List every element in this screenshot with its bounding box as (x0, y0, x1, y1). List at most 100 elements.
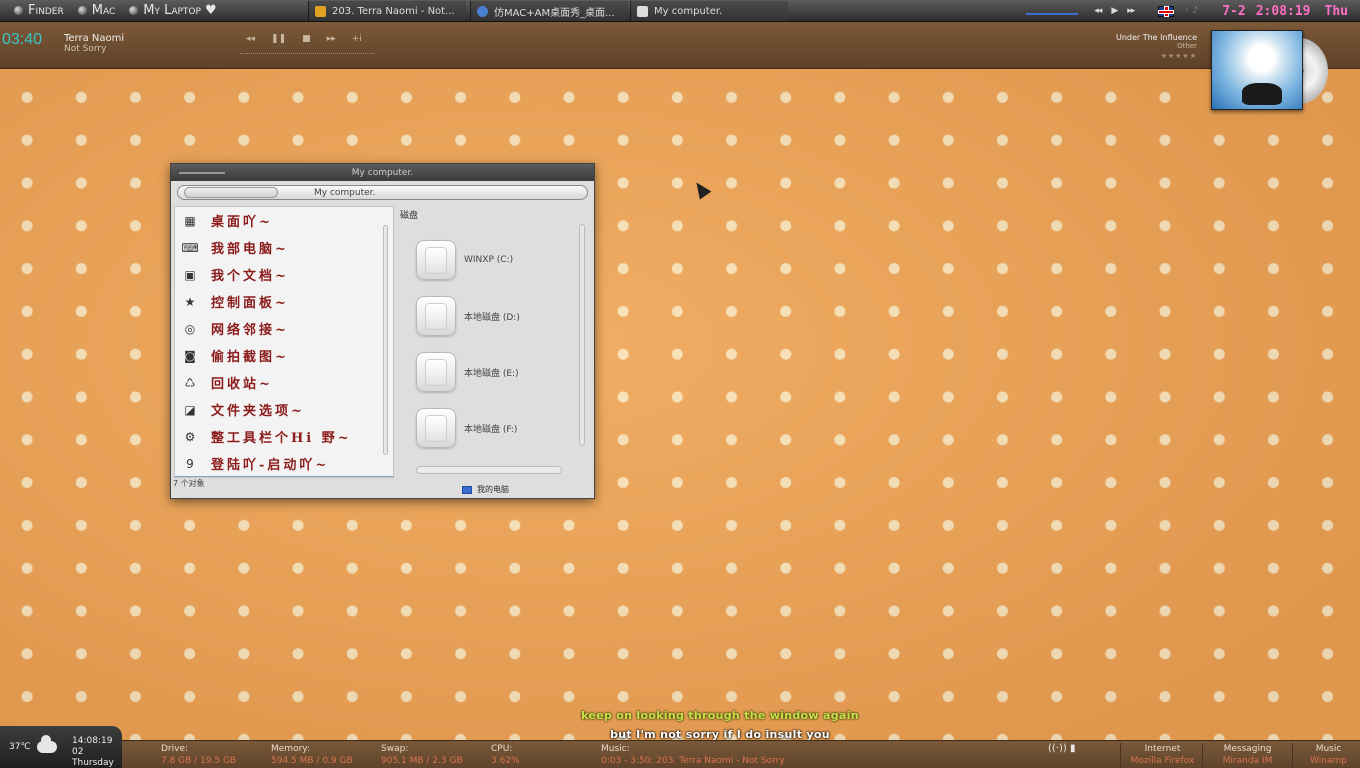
rating-stars[interactable]: ★★★★★ (1161, 52, 1197, 60)
drive-d[interactable]: 本地磁盘 (D:) (416, 296, 520, 336)
temperature: 37℃ (9, 742, 31, 752)
partly-cloudy-icon (36, 735, 57, 753)
desktop-icon: ▦ (184, 213, 196, 228)
nav-item-network[interactable]: ◎ 网络邻接~ (175, 315, 393, 342)
wifi-icon[interactable]: ((·)) ▮ (1048, 743, 1075, 754)
window-titlebar[interactable]: My computer. (171, 164, 594, 181)
album-title: Under The Influence (1115, 33, 1197, 42)
album-genre: Other (1177, 42, 1197, 50)
nav-item-control-panel[interactable]: ★ 控制面板~ (175, 288, 393, 315)
hard-drive-icon (416, 408, 456, 448)
drive-e[interactable]: 本地磁盘 (E:) (416, 352, 519, 392)
nav-item-folder-options[interactable]: ◪ 文件夹选项~ (175, 396, 393, 423)
top-taskbar: Finder Mac My Laptop ♥ 203. Terra Naomi … (0, 0, 1360, 22)
nav-scrollbar[interactable] (383, 225, 388, 455)
nav-item-desktop[interactable]: ▦ 桌面吖~ (175, 207, 393, 234)
mouse-cursor (690, 178, 712, 200)
drive-f[interactable]: 本地磁盘 (F:) (416, 408, 517, 448)
camera-icon: ◙ (184, 348, 196, 363)
nav-item-documents[interactable]: ▣ 我个文档~ (175, 261, 393, 288)
object-count: 7 个对象 (173, 479, 205, 488)
app-messaging[interactable]: Messaging Miranda IM (1202, 743, 1286, 767)
weather-widget[interactable]: 37℃ 14:08:19 02 Thursday (0, 726, 122, 768)
hard-drive-icon (416, 296, 456, 336)
laptop-icon (129, 6, 139, 15)
player-controls: ◂◂ ❚❚ ■ ▸▸ +i (246, 34, 362, 44)
tray-icon[interactable]: ◦ ♪ (1184, 6, 1198, 16)
music-widget: 03:40 Terra Naomi Not Sorry ◂◂ ❚❚ ■ ▸▸ +… (0, 22, 1360, 69)
toolbar-icon: ⚙ (184, 429, 196, 444)
star-icon: ★ (184, 294, 196, 309)
browser-icon (477, 5, 488, 17)
menu-mac[interactable]: Mac (77, 0, 115, 22)
app-music[interactable]: Music Winamp (1292, 743, 1358, 767)
elapsed-time: 03:40 (2, 31, 43, 48)
nav-buttons[interactable] (184, 187, 278, 198)
play-icon[interactable]: ▶ (1111, 6, 1118, 16)
system-tray: ◂◂ ▶ ▸▸ ◦ ♪ 7-2 2:08:19 Thu (1026, 0, 1360, 22)
folder-options-icon: ◪ (184, 402, 196, 417)
nav-item-my-computer[interactable]: ⌨ 我部电脑~ (175, 234, 393, 261)
computer-icon (462, 485, 472, 494)
stop-button[interactable]: ■ (302, 34, 311, 44)
widget-time: 14:08:19 (72, 736, 113, 746)
app-internet[interactable]: Internet Mozilla Firefox (1120, 743, 1198, 767)
nav-pane: ▦ 桌面吖~ ⌨ 我部电脑~ ▣ 我个文档~ ★ 控制面板~ ◎ 网络邻接~ ◙ 偷拍截图~… (174, 206, 394, 478)
forward-button[interactable]: ▸▸ (327, 34, 336, 44)
swap-stat: Swap: 905.1 MB / 2.3 GB (381, 744, 463, 766)
music-stat: Music: 0:03 - 3:50: 203. Terra Naomi - No… (601, 744, 785, 766)
content-scrollbar[interactable] (579, 224, 585, 446)
briefcase-icon: ▣ (184, 267, 196, 282)
clock-date: 7-2 (1222, 3, 1246, 19)
track-artist: Terra Naomi (64, 33, 125, 44)
widget-date: 02 Thursday (72, 747, 114, 768)
prev-icon[interactable]: ◂◂ (1094, 6, 1102, 16)
album-cover[interactable] (1211, 30, 1303, 110)
horizontal-scrollbar[interactable] (416, 466, 562, 474)
task-browser[interactable]: 仿MAC+AM桌面秀_桌面... (470, 1, 628, 21)
recycle-icon: ♺ (184, 375, 196, 390)
network-icon: ◎ (184, 321, 196, 336)
address-text: My computer. (314, 187, 376, 198)
drive-c[interactable]: WINXP (C:) (416, 240, 513, 280)
my-computer-window: My computer. My computer. ▦ 桌面吖~ ⌨ 我部电脑~ ▣… (170, 163, 595, 499)
winamp-icon (315, 5, 326, 17)
nav-item-startup[interactable]: 9 登陆吖-启动吖~ (175, 450, 393, 477)
clock-day: Thu (1324, 3, 1348, 19)
next-icon[interactable]: ▸▸ (1127, 6, 1135, 16)
nav-list: ▦ 桌面吖~ ⌨ 我部电脑~ ▣ 我个文档~ ★ 控制面板~ ◎ 网络邻接~ ◙ 偷拍截图~… (175, 207, 393, 477)
window-icon (637, 5, 648, 17)
address-bar[interactable]: My computer. (177, 185, 588, 200)
uk-flag-icon[interactable] (1158, 5, 1175, 17)
nav-item-screenshot[interactable]: ◙ 偷拍截图~ (175, 342, 393, 369)
nav-item-recycle-bin[interactable]: ♺ 回收站~ (175, 369, 393, 396)
hard-drive-icon (416, 352, 456, 392)
menu-finder[interactable]: Finder (14, 0, 64, 22)
menu-my-laptop[interactable]: My Laptop ♥ (129, 0, 217, 22)
laptop-icon: ⌨ (181, 240, 199, 255)
content-pane: 磁盘 WINXP (C:) 本地磁盘 (D:) 本地磁盘 (E:) 本地磁盘 (… (396, 206, 593, 496)
mac-icon (77, 6, 87, 15)
clock-time: 2:08:19 (1255, 3, 1311, 19)
lyric-line-1: keep on looking through the window again (581, 709, 859, 722)
rewind-button[interactable]: ◂◂ (246, 34, 255, 44)
task-my-computer[interactable]: My computer. (630, 1, 788, 21)
seek-bar[interactable] (240, 53, 374, 54)
task-winamp[interactable]: 203. Terra Naomi - Not... (308, 1, 466, 21)
cpu-stat: CPU: 3.62% (491, 744, 520, 766)
track-title: Not Sorry (64, 44, 107, 54)
startup-icon: 9 (186, 456, 194, 471)
status-divider (174, 476, 394, 477)
finder-icon (14, 6, 23, 15)
pause-button[interactable]: ❚❚ (271, 34, 286, 44)
hard-drive-icon (416, 240, 456, 280)
window-title: My computer. (351, 167, 414, 178)
widget-clock: 14:08:19 02 Thursday (72, 736, 122, 768)
volume-slider[interactable] (1026, 7, 1079, 15)
nav-item-toolbar[interactable]: ⚙ 整工具栏个Hi 野~ (175, 423, 393, 450)
window-controls[interactable] (179, 171, 225, 174)
info-button[interactable]: +i (352, 34, 362, 44)
location-status: 我的电脑 (462, 484, 509, 495)
memory-stat: Memory: 594.5 MB / 0.9 GB (271, 744, 353, 766)
drives-header: 磁盘 (400, 211, 419, 221)
